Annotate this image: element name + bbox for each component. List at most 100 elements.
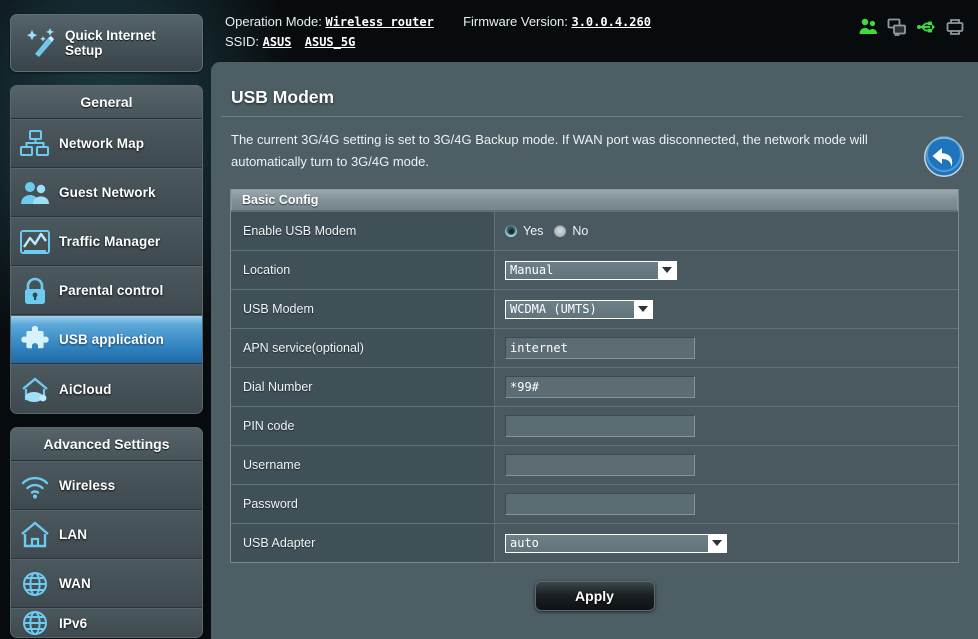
enable-usb-modem-no-radio[interactable]: No [554,224,588,238]
operation-mode-value[interactable]: Wireless router [325,15,433,29]
sidebar-item-ipv6[interactable]: IPv6 [11,608,202,637]
router-admin-page: Quick Internet Setup General Network Map… [0,0,978,639]
basic-config-title: Basic Config [231,189,958,211]
enable-usb-modem-yes-label: Yes [523,224,544,238]
aicloud-icon [11,374,59,404]
apn-service-value [495,329,958,367]
network-map-icon [11,129,59,159]
username-label: Username [231,446,495,484]
field-row-pin-code: PIN code [231,406,958,445]
sidebar-item-aicloud[interactable]: AiCloud [11,364,202,413]
chevron-down-icon [708,534,726,552]
users-icon[interactable] [858,17,878,37]
monitors-icon[interactable] [887,17,907,37]
top-status-bar: Operation Mode: Wireless router Firmware… [211,0,978,62]
enable-usb-modem-no-label: No [572,224,589,238]
dial-number-input[interactable] [505,376,695,398]
sidebar-group-advanced: Advanced Settings Wireless LAN WAN IPv6 [10,427,203,638]
sidebar-item-parental-control[interactable]: Parental control [11,266,202,315]
usb-modem-select-value: WCDMA (UMTS) [510,302,597,316]
sidebar-group-general-title: General [11,86,202,119]
sidebar-item-wireless-label: Wireless [59,478,116,493]
sidebar-item-network-map-label: Network Map [59,136,145,151]
traffic-manager-icon [11,227,59,257]
basic-config-panel: Basic Config Enable USB Modem Yes No Loc… [230,189,959,563]
parental-control-lock-icon [11,276,59,306]
usb-adapter-select[interactable]: auto [505,533,727,553]
page-description: The current 3G/4G setting is set to 3G/4… [231,132,868,169]
quick-internet-setup-label: Quick Internet Setup [65,28,156,58]
sidebar-item-traffic-manager-label: Traffic Manager [59,234,161,249]
field-row-password: Password [231,484,958,523]
apn-service-label: APN service(optional) [231,329,495,367]
topbar-line-2: SSID: ASUS ASUS_5G [225,34,355,49]
password-input[interactable] [505,493,695,515]
usb-icon[interactable] [916,17,936,37]
location-value: Manual [495,251,958,289]
field-row-usb-adapter: USB Adapter auto [231,523,958,562]
wan-globe-icon [11,569,59,599]
lan-home-icon [11,520,59,550]
field-row-username: Username [231,445,958,484]
field-row-enable-usb-modem: Enable USB Modem Yes No [231,211,958,250]
content-panel: USB Modem The current 3G/4G setting is s… [211,62,978,639]
printer-icon[interactable] [945,17,965,37]
sidebar-group-general: General Network Map Guest Network Traffi… [10,85,203,414]
sidebar-item-lan-label: LAN [59,527,88,542]
location-select-value: Manual [510,263,554,277]
firmware-version-value[interactable]: 3.0.0.4.260 [571,15,650,29]
usb-modem-label: USB Modem [231,290,495,328]
guest-network-icon [11,178,59,208]
sidebar-item-traffic-manager[interactable]: Traffic Manager [11,217,202,266]
usb-adapter-label: USB Adapter [231,524,495,562]
ssid-label: SSID: [225,34,259,49]
firmware-version-label: Firmware Version: [463,14,568,29]
chevron-down-icon [658,261,676,279]
dial-number-label: Dial Number [231,368,495,406]
apn-service-input[interactable] [505,337,695,359]
sidebar-item-wan-label: WAN [59,576,91,591]
usb-application-puzzle-icon [11,325,59,355]
password-value [495,485,958,523]
field-row-apn-service: APN service(optional) [231,328,958,367]
pin-code-input[interactable] [505,415,695,437]
apply-button[interactable]: Apply [534,581,655,611]
enable-usb-modem-label: Enable USB Modem [231,212,495,250]
ssid-value-5g[interactable]: ASUS_5G [305,35,356,49]
enable-usb-modem-value: Yes No [495,212,958,250]
ipv6-globe-icon [11,609,59,637]
username-input[interactable] [505,454,695,476]
back-icon[interactable] [923,136,965,178]
usb-modem-select[interactable]: WCDMA (UMTS) [505,299,653,319]
sidebar-item-ipv6-label: IPv6 [59,615,88,631]
sidebar: Quick Internet Setup General Network Map… [0,0,211,639]
field-row-dial-number: Dial Number [231,367,958,406]
enable-usb-modem-yes-radio[interactable]: Yes [505,224,543,238]
field-row-location: Location Manual [231,250,958,289]
operation-mode-label: Operation Mode: [225,14,322,29]
usb-adapter-value: auto [495,524,958,562]
sidebar-item-parental-control-label: Parental control [59,283,164,298]
field-row-usb-modem: USB Modem WCDMA (UMTS) [231,289,958,328]
usb-modem-value: WCDMA (UMTS) [495,290,958,328]
quick-internet-setup-button[interactable]: Quick Internet Setup [10,14,203,72]
sidebar-item-usb-application[interactable]: USB application [11,315,202,364]
sidebar-item-guest-network[interactable]: Guest Network [11,168,202,217]
chevron-down-icon [634,300,652,318]
location-label: Location [231,251,495,289]
location-select[interactable]: Manual [505,260,677,280]
page-title: USB Modem [221,82,962,117]
username-value [495,446,958,484]
sidebar-item-guest-network-label: Guest Network [59,185,156,200]
sidebar-item-wireless[interactable]: Wireless [11,461,202,510]
apply-row: Apply [221,581,968,611]
usb-adapter-select-value: auto [510,536,539,550]
sidebar-item-network-map[interactable]: Network Map [11,119,202,168]
sidebar-group-advanced-title: Advanced Settings [11,428,202,461]
ssid-value-24g[interactable]: ASUS [263,35,292,49]
topbar-line-1: Operation Mode: Wireless router Firmware… [225,14,651,29]
status-icon-group [858,17,965,37]
magic-wand-icon [19,26,65,60]
sidebar-item-lan[interactable]: LAN [11,510,202,559]
sidebar-item-wan[interactable]: WAN [11,559,202,608]
